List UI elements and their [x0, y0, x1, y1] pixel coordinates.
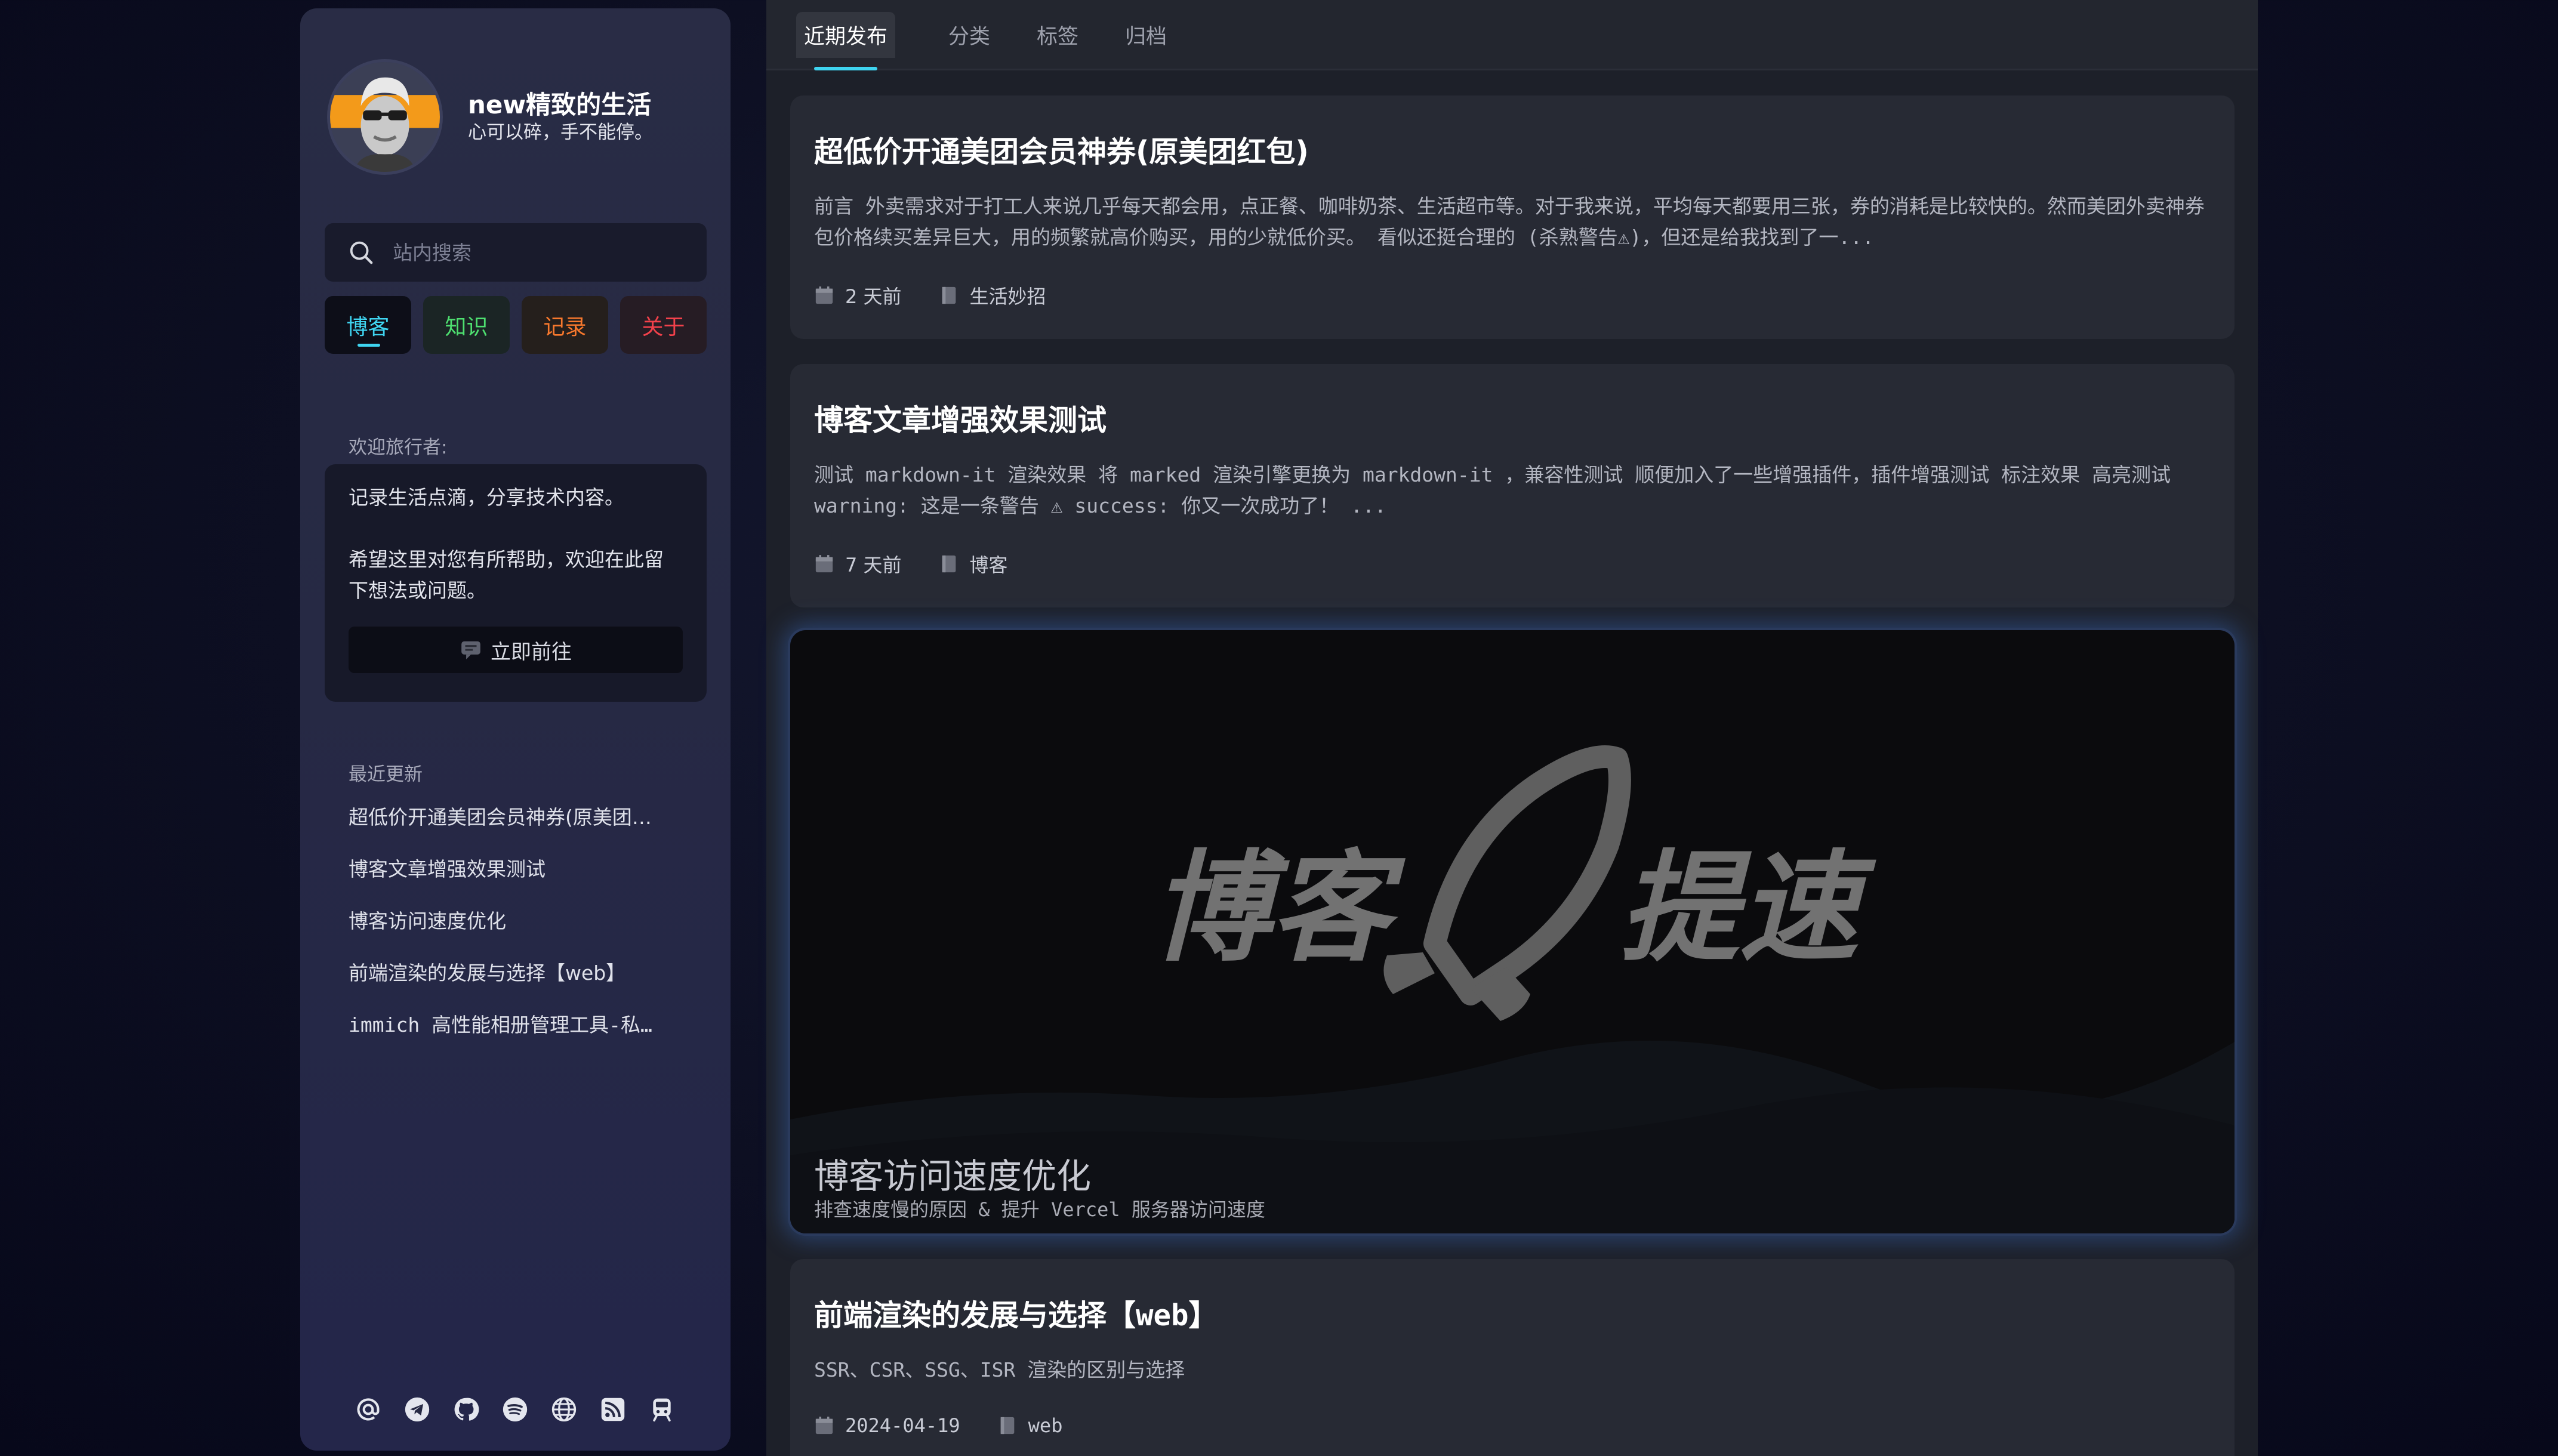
nav-knowledge[interactable]: 知识 [423, 296, 510, 354]
search-input[interactable] [393, 240, 703, 264]
chat-icon [461, 641, 480, 659]
welcome-card: 记录生活点滴，分享技术内容。 希望这里对您有所帮助，欢迎在此留下想法或问题。 立… [325, 464, 707, 702]
post-meta: 7 天前 博客 [814, 550, 1008, 578]
nav-about[interactable]: 关于 [620, 296, 707, 354]
banner-text-left: 博客 [1151, 839, 1406, 978]
calendar-icon [815, 555, 833, 573]
search-icon [350, 241, 373, 264]
tab-bar: 近期发布 分类 标签 归档 [766, 0, 2258, 70]
welcome-line-2: 希望这里对您有所帮助，欢迎在此留下想法或问题。 [349, 548, 664, 602]
post-category[interactable]: 生活妙招 [970, 282, 1046, 309]
go-now-button[interactable]: 立即前往 [349, 627, 683, 673]
recent-item[interactable]: 博客文章增强效果测试 [349, 851, 683, 903]
recent-heading: 最近更新 [349, 764, 423, 785]
spotify-icon[interactable] [502, 1396, 528, 1423]
post-excerpt: 测试 markdown-it 渲染效果 将 marked 渲染引擎更换为 mar… [814, 463, 2171, 517]
tab-recent[interactable]: 近期发布 [796, 12, 895, 70]
main-nav: 博客 知识 记录 关于 [325, 296, 707, 354]
post-title[interactable]: 超低价开通美团会员神券(原美团红包) [814, 128, 1309, 171]
nav-record[interactable]: 记录 [522, 296, 608, 354]
social-links [355, 1396, 675, 1423]
featured-subtitle: 排查速度慢的原因 & 提升 Vercel 服务器访问速度 [814, 1198, 1265, 1221]
welcome-line-1: 记录生活点滴，分享技术内容。 [349, 486, 624, 509]
post-title[interactable]: 博客文章增强效果测试 [814, 397, 1107, 439]
post-date: 7 天前 [845, 554, 902, 576]
at-icon[interactable] [355, 1396, 381, 1423]
banner-text-right: 提速 [1620, 839, 1876, 978]
recent-list: 超低价开通美团会员神券(原美团… 博客文章增强效果测试 博客访问速度优化 前端渲… [349, 799, 683, 1059]
profile: new精致的生活 心可以碎，手不能停。 [327, 59, 653, 175]
avatar[interactable] [327, 59, 443, 175]
globe-icon[interactable] [551, 1396, 577, 1423]
recent-item[interactable]: 前端渲染的发展与选择【web】 [349, 955, 683, 1007]
calendar-icon [815, 286, 833, 304]
post-meta: 2024-04-19 web [814, 1414, 1062, 1437]
featured-banner: 博客 提速 [790, 745, 2235, 1233]
post-category[interactable]: web [1028, 1414, 1063, 1437]
book-icon [942, 555, 956, 573]
site-motto: 心可以碎，手不能停。 [468, 122, 653, 143]
recent-item[interactable]: immich 高性能相册管理工具-私… [349, 1007, 683, 1059]
post-excerpt: SSR、CSR、SSG、ISR 渲染的区别与选择 [814, 1358, 1185, 1381]
post-date: 2024-04-19 [845, 1414, 960, 1437]
featured-post-card[interactable]: 博客 提速 博客访问速度优化 排查速度慢的原因 & 提升 Vercel 服务器访… [790, 630, 2235, 1233]
welcome-heading: 欢迎旅行者: [349, 437, 448, 458]
rss-icon[interactable] [600, 1396, 626, 1423]
featured-title[interactable]: 博客访问速度优化 [814, 1148, 1091, 1198]
book-icon [942, 286, 956, 304]
post-card[interactable]: 超低价开通美团会员神券(原美团红包) 前言 外卖需求对于打工人来说几乎每天都会用… [790, 95, 2235, 339]
main-content: 近期发布 分类 标签 归档 超低价开通美团会员神券(原美团红包) 前言 外卖需求… [766, 0, 2258, 1456]
post-meta: 2 天前 生活妙招 [814, 282, 1046, 309]
recent-item[interactable]: 博客访问速度优化 [349, 903, 683, 955]
post-card[interactable]: 博客文章增强效果测试 测试 markdown-it 渲染效果 将 marked … [790, 364, 2235, 607]
post-excerpt: 前言 外卖需求对于打工人来说几乎每天都会用，点正餐、咖啡奶茶、生活超市等。对于我… [814, 195, 2205, 249]
go-now-label: 立即前往 [491, 640, 572, 664]
post-title[interactable]: 前端渲染的发展与选择【web】 [814, 1292, 1218, 1334]
post-card[interactable]: 前端渲染的发展与选择【web】 SSR、CSR、SSG、ISR 渲染的区别与选择… [790, 1259, 2235, 1456]
tab-categories[interactable]: 分类 [943, 12, 996, 58]
search-box[interactable] [325, 223, 707, 282]
sidebar: new精致的生活 心可以碎，手不能停。 博客 知识 记录 关于 欢迎旅行者: 记… [300, 8, 731, 1451]
book-icon [1000, 1417, 1014, 1435]
tab-tags[interactable]: 标签 [1031, 12, 1084, 58]
post-category[interactable]: 博客 [970, 550, 1008, 578]
nav-blog[interactable]: 博客 [325, 296, 411, 354]
train-icon[interactable] [649, 1396, 675, 1423]
calendar-icon [815, 1417, 833, 1435]
post-date: 2 天前 [845, 285, 902, 308]
recent-item[interactable]: 超低价开通美团会员神券(原美团… [349, 799, 683, 851]
tab-archive[interactable]: 归档 [1120, 12, 1172, 58]
site-name[interactable]: new精致的生活 [468, 90, 653, 121]
telegram-icon[interactable] [404, 1396, 430, 1423]
github-icon[interactable] [453, 1396, 479, 1423]
